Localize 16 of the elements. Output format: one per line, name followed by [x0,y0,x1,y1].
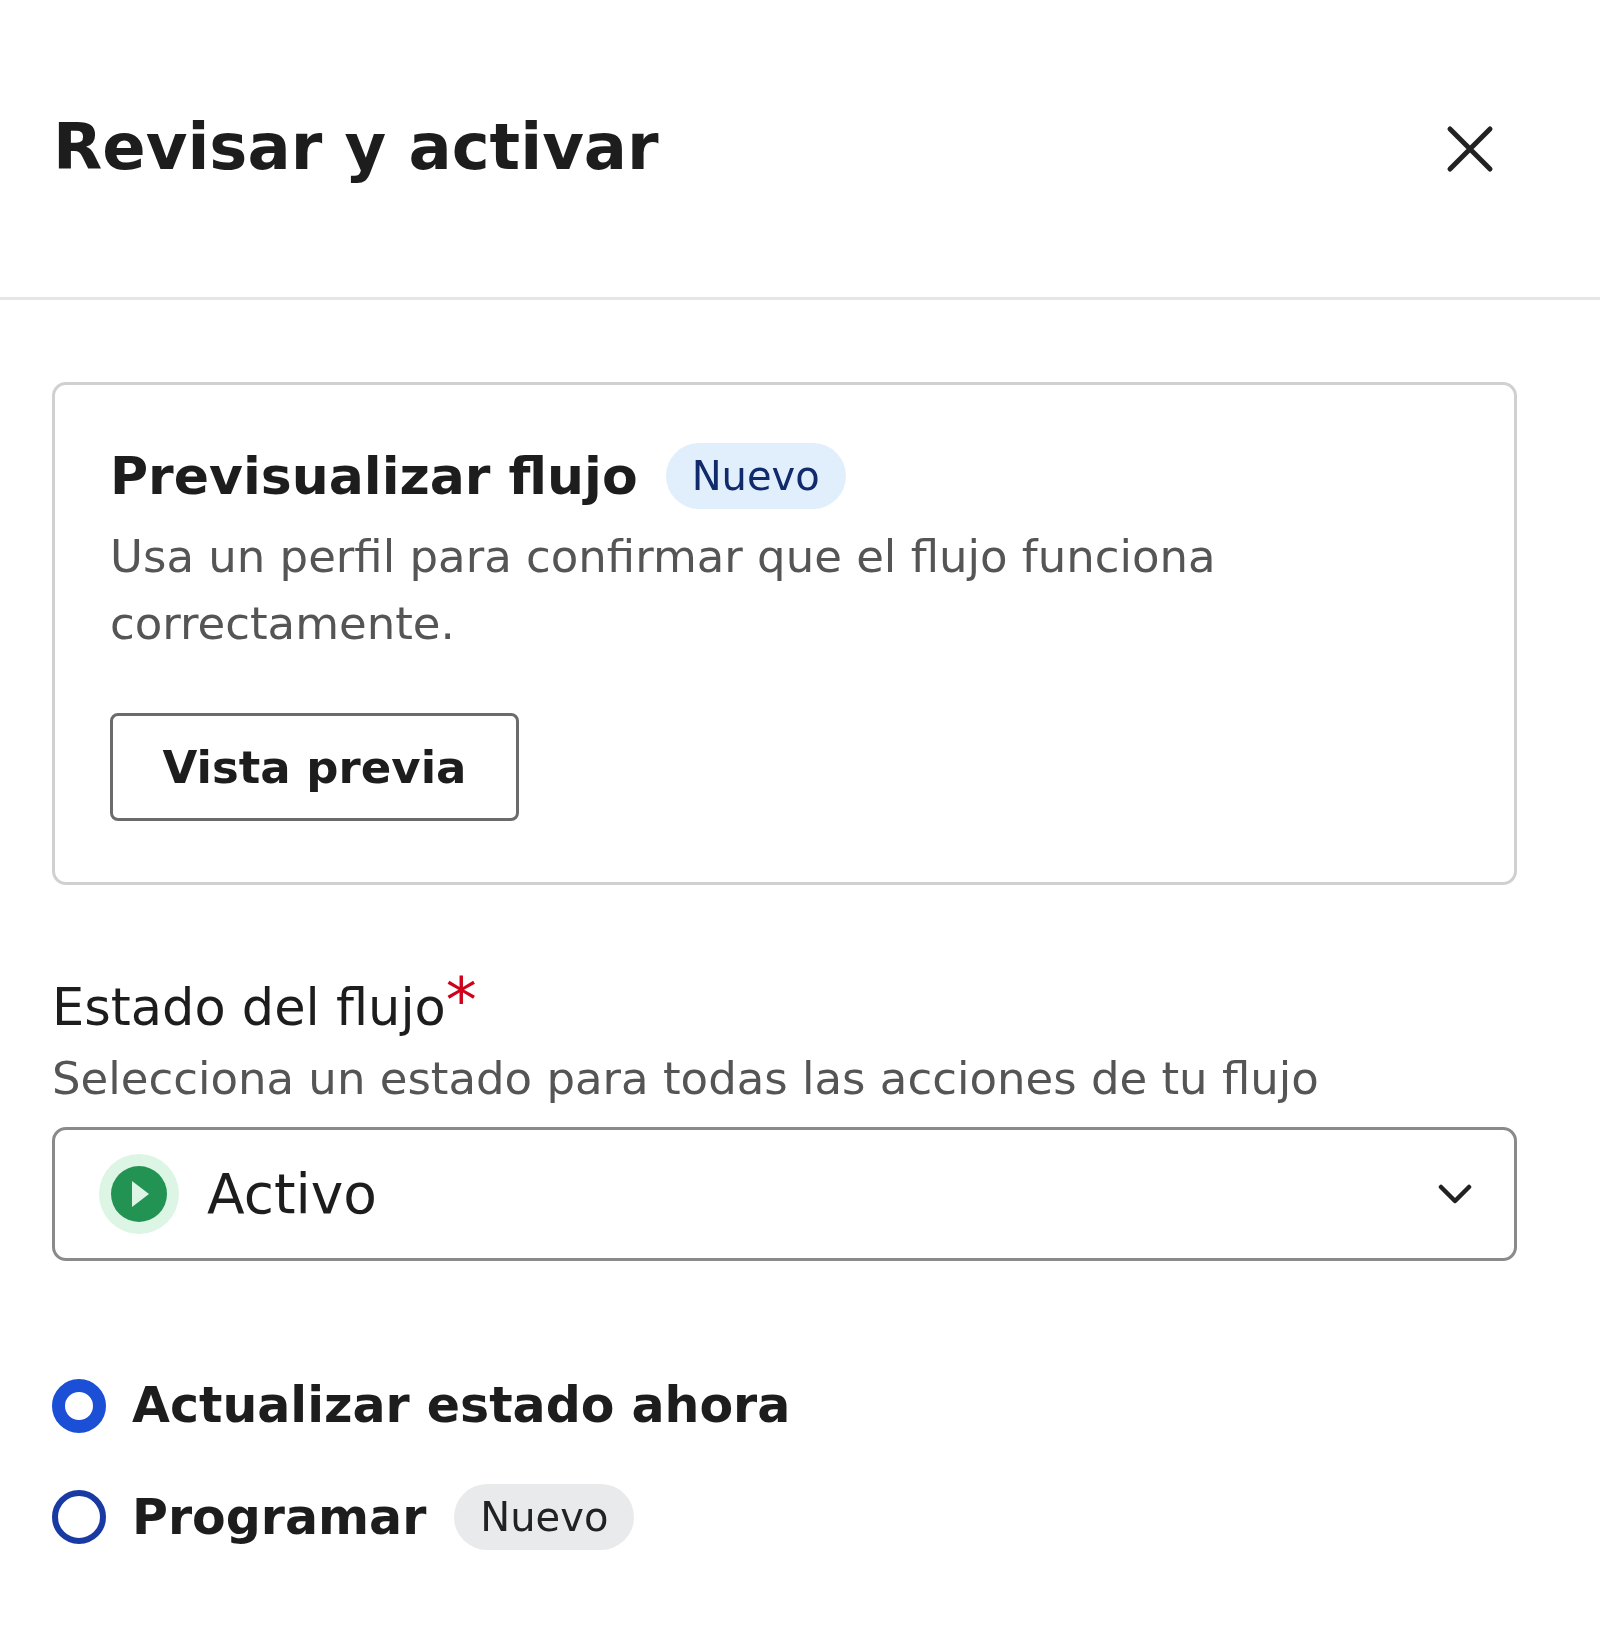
chevron-down-icon [1438,1183,1472,1205]
new-badge: Nuevo [665,443,846,509]
status-dropdown[interactable]: Activo [52,1127,1517,1261]
required-mark: * [445,973,477,1029]
option-label[interactable]: Programar [132,1488,427,1546]
dialog-title: Revisar y activar [53,109,659,184]
play-status-icon [97,1152,181,1236]
radio-button[interactable] [52,1490,106,1544]
radio-button[interactable] [52,1378,106,1433]
field-help: Selecciona un estado para todas las acciones de tu flujo [52,1051,1320,1107]
card-title: Previsualizar flujo [110,446,638,506]
option-label[interactable]: Actualizar estado ahora [132,1377,791,1434]
field-label: Estado del flujo [52,977,446,1039]
new-badge: Nuevo [454,1484,635,1550]
card-description: Usa un perfil para confirmar que el flujo funciona correctamente. [110,529,1217,652]
preview-button[interactable]: Vista previa [110,713,519,821]
